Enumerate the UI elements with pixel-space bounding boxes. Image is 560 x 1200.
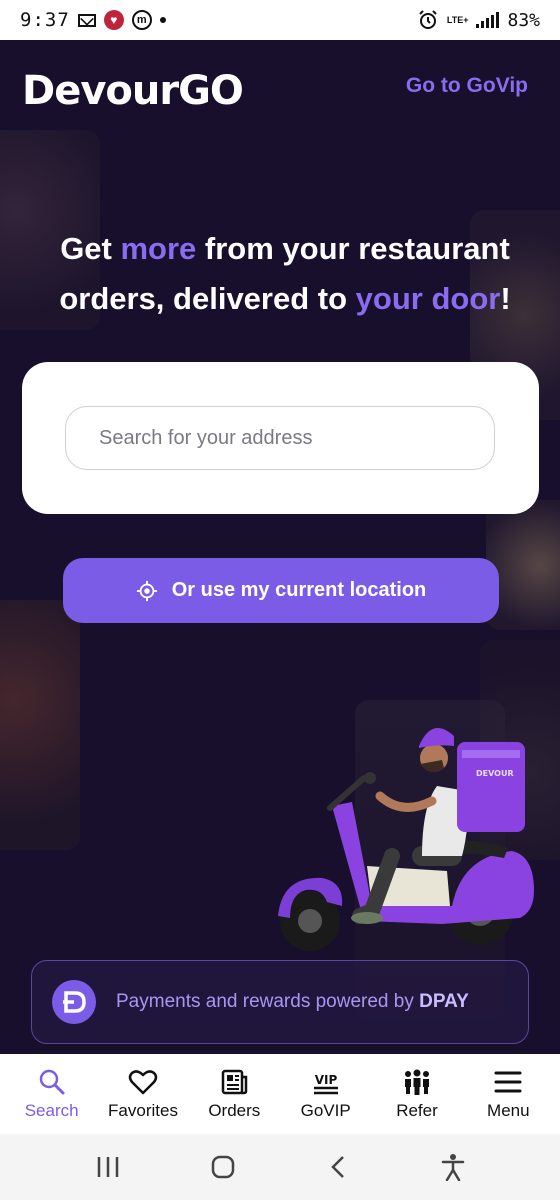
status-left: 9:37 ♥ m <box>20 9 166 31</box>
go-to-govip-link[interactable]: Go to GoVip <box>406 74 528 98</box>
food-background-image <box>0 600 80 850</box>
status-bar: 9:37 ♥ m LTE+ 83% <box>0 0 560 40</box>
accessibility-button[interactable] <box>438 1152 468 1182</box>
dpay-brand: DPAY <box>419 991 469 1012</box>
search-icon <box>39 1069 65 1095</box>
nav-label: GoVIP <box>300 1101 351 1120</box>
scooter-rider-image: DEVOUR <box>278 728 534 951</box>
battery-level: 83% <box>507 9 540 31</box>
headline-accent: more <box>120 231 197 266</box>
dpay-text: Payments and rewards powered by DPAY <box>116 991 469 1013</box>
use-current-location-button[interactable]: Or use my current location <box>63 558 499 623</box>
nav-item-search[interactable]: Search <box>6 1067 97 1121</box>
signal-icon <box>476 12 500 28</box>
bottom-nav: Search Favorites Orders VIP GoVIP Refer <box>0 1054 560 1134</box>
heart-notification-icon: ♥ <box>103 10 124 30</box>
nav-item-favorites[interactable]: Favorites <box>97 1067 188 1121</box>
people-icon <box>404 1069 429 1095</box>
system-nav-bar <box>0 1134 560 1200</box>
app-notification-icon: m <box>131 10 152 30</box>
nav-item-govip[interactable]: VIP GoVIP <box>280 1067 371 1121</box>
alarm-icon <box>419 10 437 29</box>
bag-brand-text: DEVOUR <box>476 769 514 778</box>
recent-apps-button[interactable] <box>93 1152 123 1182</box>
newspaper-icon <box>222 1069 248 1095</box>
dpay-text-body: Payments and rewards powered by <box>116 991 420 1012</box>
vip-icon: VIP <box>313 1073 338 1095</box>
headline-text: Get <box>60 231 121 266</box>
address-search-input[interactable] <box>65 406 495 470</box>
nav-label: Orders <box>208 1101 261 1120</box>
back-icon <box>330 1156 344 1178</box>
back-button[interactable] <box>323 1152 353 1182</box>
status-right: LTE+ 83% <box>417 9 540 31</box>
more-notifications-dot-icon <box>159 17 166 23</box>
hero-headline: Get more from your restaurant orders, de… <box>0 224 560 324</box>
nav-item-menu[interactable]: Menu <box>463 1067 554 1121</box>
nav-item-orders[interactable]: Orders <box>189 1067 280 1121</box>
address-search-card <box>22 362 539 514</box>
network-type: LTE+ <box>446 15 469 25</box>
nav-label: Menu <box>487 1101 530 1120</box>
devourgo-logo[interactable]: DevourGO <box>22 68 244 114</box>
mail-icon <box>77 13 96 27</box>
accessibility-icon <box>441 1154 464 1181</box>
nav-label: Refer <box>396 1101 438 1120</box>
crosshair-icon <box>136 580 157 601</box>
recent-apps-icon <box>97 1157 118 1177</box>
hamburger-icon <box>494 1071 522 1093</box>
location-button-label: Or use my current location <box>171 579 427 601</box>
home-button[interactable] <box>208 1152 238 1182</box>
headline-text: ! <box>500 281 511 316</box>
hero-section: DevourGO Go to GoVip Get more from your … <box>0 40 560 1054</box>
status-time: 9:37 <box>20 9 70 31</box>
heart-icon <box>128 1070 158 1095</box>
nav-label: Favorites <box>108 1101 178 1120</box>
headline-accent: your door <box>355 281 501 316</box>
dpay-banner[interactable]: Payments and rewards powered by DPAY <box>31 960 529 1044</box>
svg-text:VIP: VIP <box>314 1073 337 1087</box>
nav-item-refer[interactable]: Refer <box>371 1067 462 1121</box>
nav-label: Search <box>24 1101 79 1120</box>
home-icon <box>211 1155 234 1179</box>
dpay-logo-icon <box>52 980 96 1024</box>
